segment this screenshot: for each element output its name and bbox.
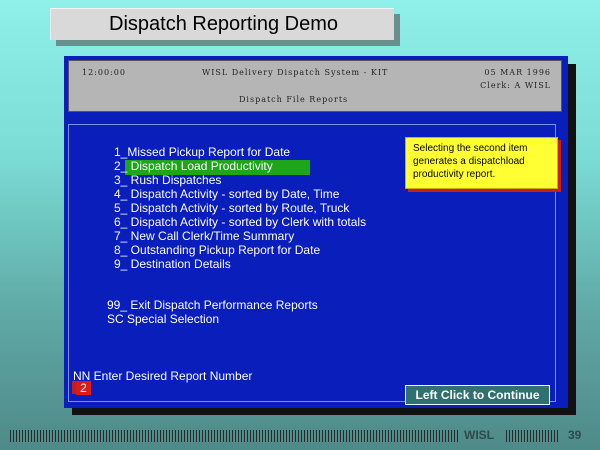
report-number-input[interactable]: 2 <box>76 381 91 395</box>
page-number: 39 <box>568 428 582 442</box>
report-number-prompt: NN Enter Desired Report Number <box>73 369 253 383</box>
terminal-time: 12:00:00 <box>82 68 126 77</box>
slide-title: Dispatch Reporting Demo <box>50 8 394 40</box>
menu-item-5[interactable]: 5_ Dispatch Activity - sorted by Route, … <box>114 201 349 215</box>
continue-button[interactable]: Left Click to Continue <box>405 385 550 405</box>
terminal-header: 12:00:00 WISL Delivery Dispatch System -… <box>68 60 562 112</box>
menu-item-8[interactable]: 8_ Outstanding Pickup Report for Date <box>114 243 320 257</box>
menu-item-4[interactable]: 4_ Dispatch Activity - sorted by Date, T… <box>114 187 339 201</box>
footer-barcode-right <box>506 430 558 442</box>
callout-note: Selecting the second item generates a di… <box>405 137 558 189</box>
system-name: WISL Delivery Dispatch System - KIT <box>202 68 389 77</box>
menu-item-6[interactable]: 6_ Dispatch Activity - sorted by Clerk w… <box>114 215 366 229</box>
menu-item-9[interactable]: 9_ Destination Details <box>114 257 231 271</box>
menu-item-3[interactable]: 3_ Rush Dispatches <box>114 173 221 187</box>
menu-item-7[interactable]: 7_ New Call Clerk/Time Summary <box>114 229 294 243</box>
clerk-label: Clerk: A WISL <box>480 81 551 90</box>
screen-title: Dispatch File Reports <box>239 95 349 104</box>
menu-item-special[interactable]: SC Special Selection <box>107 312 219 326</box>
footer-barcode-left <box>10 430 460 442</box>
footer-brand: WISL <box>464 428 494 442</box>
menu-item-1[interactable]: 1_Missed Pickup Report for Date <box>114 145 290 159</box>
menu-item-2[interactable]: 2_ Dispatch Load Productivity <box>114 159 273 173</box>
menu-item-exit[interactable]: 99_ Exit Dispatch Performance Reports <box>107 298 318 312</box>
terminal-date: 05 MAR 1996 <box>484 68 551 77</box>
